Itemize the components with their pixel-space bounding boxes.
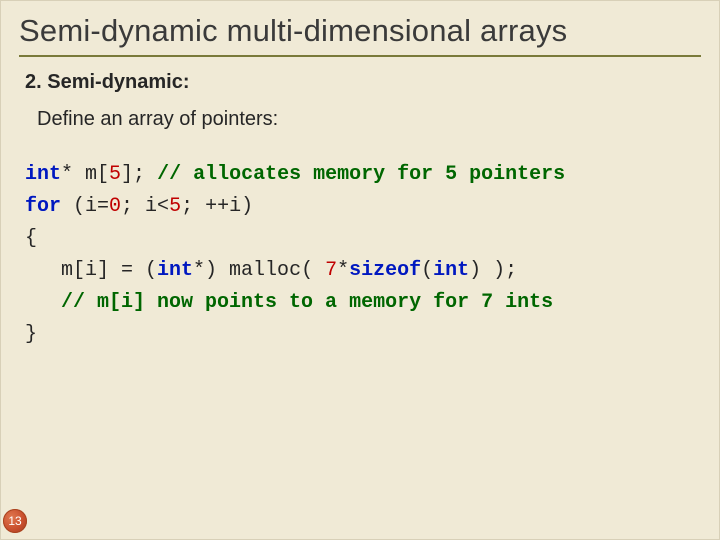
code-text: ; i< <box>121 195 169 218</box>
code-keyword: sizeof <box>349 259 421 282</box>
title-region: Semi-dynamic multi-dimensional arrays <box>19 13 701 57</box>
code-keyword: int <box>25 163 61 186</box>
code-text: ; ++i) <box>181 195 253 218</box>
code-keyword: int <box>433 259 469 282</box>
code-number: 0 <box>109 195 121 218</box>
code-comment: // allocates memory for 5 pointers <box>157 163 565 186</box>
code-text: ) ); <box>469 259 517 282</box>
code-text <box>25 291 61 314</box>
code-number: 5 <box>169 195 181 218</box>
code-text: ]; <box>121 163 157 186</box>
code-block: int* m[5]; // allocates memory for 5 poi… <box>25 159 695 351</box>
code-text: ( <box>421 259 433 282</box>
code-text: } <box>25 323 37 346</box>
code-text: (i= <box>61 195 109 218</box>
code-text: *) malloc( <box>193 259 325 282</box>
slide: Semi-dynamic multi-dimensional arrays 2.… <box>0 0 720 540</box>
code-number: 7 <box>325 259 337 282</box>
code-keyword: int <box>157 259 193 282</box>
slide-title: Semi-dynamic multi-dimensional arrays <box>19 13 701 49</box>
code-number: 5 <box>109 163 121 186</box>
code-text: * <box>337 259 349 282</box>
page-number-badge: 13 <box>3 509 27 533</box>
code-text: { <box>25 227 37 250</box>
slide-subtitle: 2. Semi-dynamic: <box>25 71 695 94</box>
slide-body-text: Define an array of pointers: <box>37 108 695 131</box>
code-keyword: for <box>25 195 61 218</box>
page-number: 13 <box>8 514 21 528</box>
code-comment: // m[i] now points to a memory for 7 int… <box>61 291 553 314</box>
code-text: m[i] = ( <box>25 259 157 282</box>
code-text: * m[ <box>61 163 109 186</box>
